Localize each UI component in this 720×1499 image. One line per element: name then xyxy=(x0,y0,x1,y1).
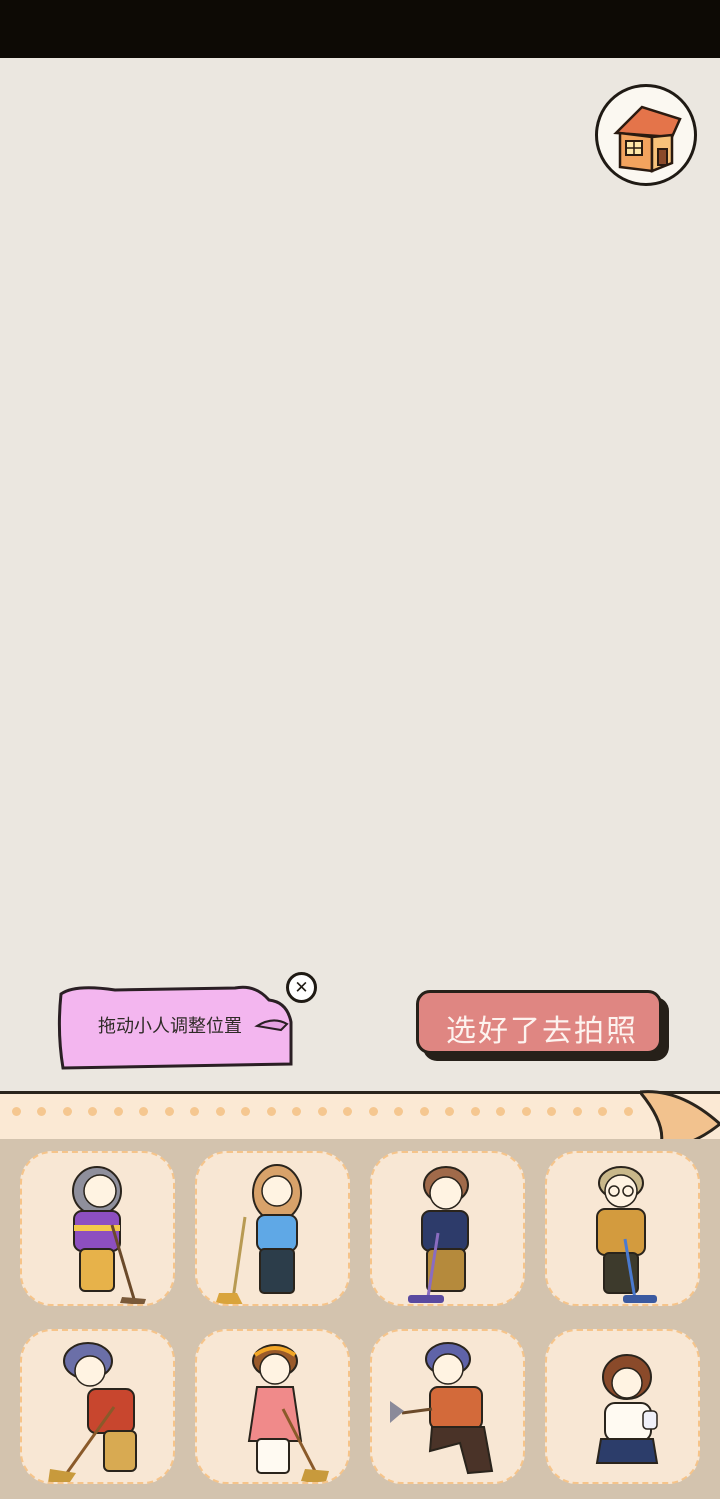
character-card-5[interactable] xyxy=(20,1329,175,1484)
house-icon xyxy=(613,105,682,173)
character-figure xyxy=(247,1344,329,1482)
character-figure xyxy=(215,1164,302,1304)
tip-text: 拖动小人调整位置 xyxy=(98,1016,242,1037)
character-card-6[interactable] xyxy=(195,1329,350,1484)
tray-edge xyxy=(0,1091,720,1139)
character-figure xyxy=(595,1354,659,1464)
character-figure xyxy=(72,1166,146,1304)
character-figure xyxy=(408,1166,469,1303)
status-bar xyxy=(0,0,720,58)
home-button[interactable] xyxy=(595,84,697,186)
character-card-7[interactable] xyxy=(370,1329,525,1484)
character-card-4[interactable] xyxy=(545,1151,700,1306)
character-card-2[interactable] xyxy=(195,1151,350,1306)
character-card-8[interactable] xyxy=(545,1329,700,1484)
character-card-3[interactable] xyxy=(370,1151,525,1306)
close-icon: ✕ xyxy=(294,977,309,998)
character-figure xyxy=(48,1342,137,1482)
close-tip-button[interactable]: ✕ xyxy=(286,972,317,1003)
character-card-1[interactable] xyxy=(20,1151,175,1306)
go-take-photo-label: 选好了去拍照 xyxy=(446,1014,638,1049)
character-figure xyxy=(596,1166,657,1303)
go-take-photo-button[interactable]: 选好了去拍照 xyxy=(414,990,672,1066)
photo-stage[interactable] xyxy=(0,58,720,1098)
character-figure xyxy=(390,1342,494,1475)
drag-tip-bubble: 拖动小人调整位置 xyxy=(55,982,293,1070)
